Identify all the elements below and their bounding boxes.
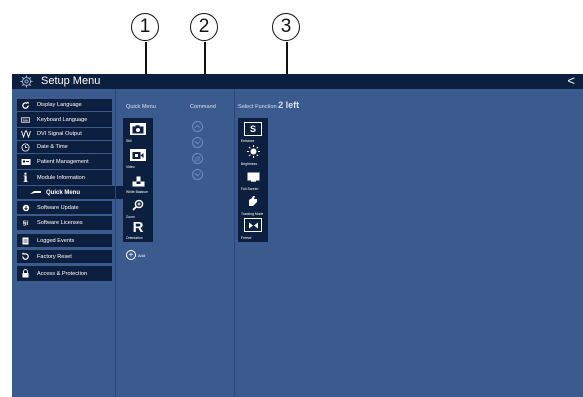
sidebar-item-factory-reset[interactable]: Factory Reset xyxy=(17,250,112,263)
function-item-label: Enhance xyxy=(241,139,255,143)
sidebar-item-label: Factory Reset xyxy=(37,253,72,260)
function-item-enhance[interactable]: S xyxy=(244,122,262,136)
sidebar-item-label: Module Information xyxy=(37,174,85,181)
function-item-brightness[interactable] xyxy=(244,144,262,158)
brightness-icon xyxy=(246,144,260,158)
sidebar-item-module-information[interactable]: i Module Information xyxy=(17,170,112,185)
quick-menu-item-still[interactable] xyxy=(129,122,147,136)
divider xyxy=(234,89,235,397)
sidebar-item-software-update[interactable]: Software Update xyxy=(17,201,112,214)
sidebar-item-software-licenses[interactable]: §i Software Licenses xyxy=(17,216,112,230)
white-balance-icon xyxy=(132,176,144,186)
fullscreen-icon xyxy=(247,172,259,182)
remaining-count: 2 left xyxy=(278,100,300,110)
select-function-label: Select Function xyxy=(238,104,277,110)
callout-3-leader xyxy=(286,42,288,76)
move-down-button[interactable] xyxy=(192,137,203,148)
move-down-icon xyxy=(194,140,201,145)
zoom-icon xyxy=(132,199,144,211)
tracking-icon xyxy=(249,196,257,206)
signal-icon xyxy=(17,130,34,138)
sidebar-item-logged-events[interactable]: Logged Events xyxy=(17,234,112,247)
sidebar-item-label: Keyboard Language xyxy=(37,116,88,123)
select-function-header: Select Function 2 left xyxy=(238,100,299,110)
lock-icon xyxy=(17,269,34,278)
sidebar-item-label: DVI Signal Output xyxy=(37,131,82,137)
quick-menu-header: Quick Menu xyxy=(126,104,156,110)
add-button[interactable]: + Add xyxy=(126,250,145,260)
function-item-label: Freeze xyxy=(241,236,252,240)
function-item-label: Brightness xyxy=(241,162,258,166)
quick-menu-item-white-balance[interactable] xyxy=(129,174,147,188)
quick-menu-icon xyxy=(17,190,43,195)
sidebar-item-label: Logged Events xyxy=(37,237,75,244)
replace-icon xyxy=(194,155,201,162)
function-list: S Enhance Brightness Full-Screen Trackin… xyxy=(238,118,268,242)
quick-menu-item-label: Orientation xyxy=(126,236,143,240)
sidebar-item-quick-menu[interactable]: Quick Menu xyxy=(17,186,123,199)
video-icon xyxy=(132,151,144,159)
quick-menu-list: Still Video White Balance Zoom R Orienta… xyxy=(123,118,153,242)
remove-button[interactable] xyxy=(192,169,203,180)
replace-button[interactable] xyxy=(192,153,203,164)
sidebar-item-patient-management[interactable]: Patient Management xyxy=(17,154,112,169)
quick-menu-item-label: Video xyxy=(126,165,135,169)
setup-menu-window: Setup Menu < Display Language Keyboard L… xyxy=(12,73,583,397)
move-up-icon xyxy=(194,124,201,129)
callout-3: 3 xyxy=(272,13,300,41)
callout-2-leader xyxy=(204,42,206,76)
enhance-icon: S xyxy=(249,124,256,134)
sidebar-item-label: Display Language xyxy=(37,102,82,108)
callout-2: 2 xyxy=(190,13,218,41)
function-item-fullscreen[interactable] xyxy=(244,170,262,184)
info-icon: i xyxy=(23,170,28,185)
sidebar-item-keyboard-language[interactable]: Keyboard Language xyxy=(17,112,112,127)
sidebar-item-label: Software Licenses xyxy=(37,220,83,226)
sidebar-item-label: Patient Management xyxy=(37,158,89,165)
gear-icon xyxy=(20,75,33,88)
sidebar-item-label: Software Update xyxy=(37,204,79,211)
remove-icon xyxy=(194,172,201,177)
patient-icon xyxy=(17,158,34,166)
move-up-button[interactable] xyxy=(192,121,203,132)
plus-icon: + xyxy=(126,250,136,260)
sidebar-item-display-language[interactable]: Display Language xyxy=(17,99,112,111)
function-item-freeze[interactable] xyxy=(244,218,262,232)
sidebar-item-label: Quick Menu xyxy=(46,189,81,196)
back-button[interactable]: < xyxy=(567,73,575,88)
sidebar-item-dvi-signal-output[interactable]: DVI Signal Output xyxy=(17,128,112,140)
divider xyxy=(115,89,116,397)
freeze-icon xyxy=(248,222,258,228)
keyboard-icon xyxy=(17,116,34,123)
sidebar-item-label: Date & Time xyxy=(37,144,68,150)
clock-icon xyxy=(17,142,34,152)
callout-1: 1 xyxy=(131,13,159,41)
sidebar-item-date-time[interactable]: Date & Time xyxy=(17,141,112,153)
license-icon: §i xyxy=(22,219,29,227)
function-item-label: Tracking Mode xyxy=(241,212,264,216)
sidebar: Display Language Keyboard Language DVI S… xyxy=(12,89,123,397)
add-button-label: Add xyxy=(138,252,146,258)
quick-menu-item-zoom[interactable] xyxy=(129,198,147,212)
title-bar: Setup Menu < xyxy=(12,73,583,89)
screenshot-root: 1 2 3 Setup Menu < Display Language Keyb… xyxy=(0,0,583,397)
quick-menu-item-label: Still xyxy=(126,139,132,143)
quick-menu-item-label: White Balance xyxy=(126,190,148,194)
camera-icon xyxy=(132,124,144,133)
callout-1-leader xyxy=(145,42,147,76)
reset-icon xyxy=(17,252,34,261)
quick-menu-item-orientation[interactable]: R xyxy=(129,219,147,236)
window-title: Setup Menu xyxy=(41,75,101,87)
quick-menu-item-video[interactable] xyxy=(129,148,147,162)
sidebar-item-access-protection[interactable]: Access & Protection xyxy=(17,266,112,281)
command-header: Command xyxy=(190,104,216,110)
orientation-icon: R xyxy=(132,219,144,236)
events-icon xyxy=(17,237,34,245)
function-item-tracking[interactable] xyxy=(244,194,262,208)
sidebar-item-label: Access & Protection xyxy=(37,270,88,277)
update-icon xyxy=(17,204,34,212)
rotate-icon xyxy=(17,101,34,110)
function-item-label: Full-Screen xyxy=(241,187,259,191)
